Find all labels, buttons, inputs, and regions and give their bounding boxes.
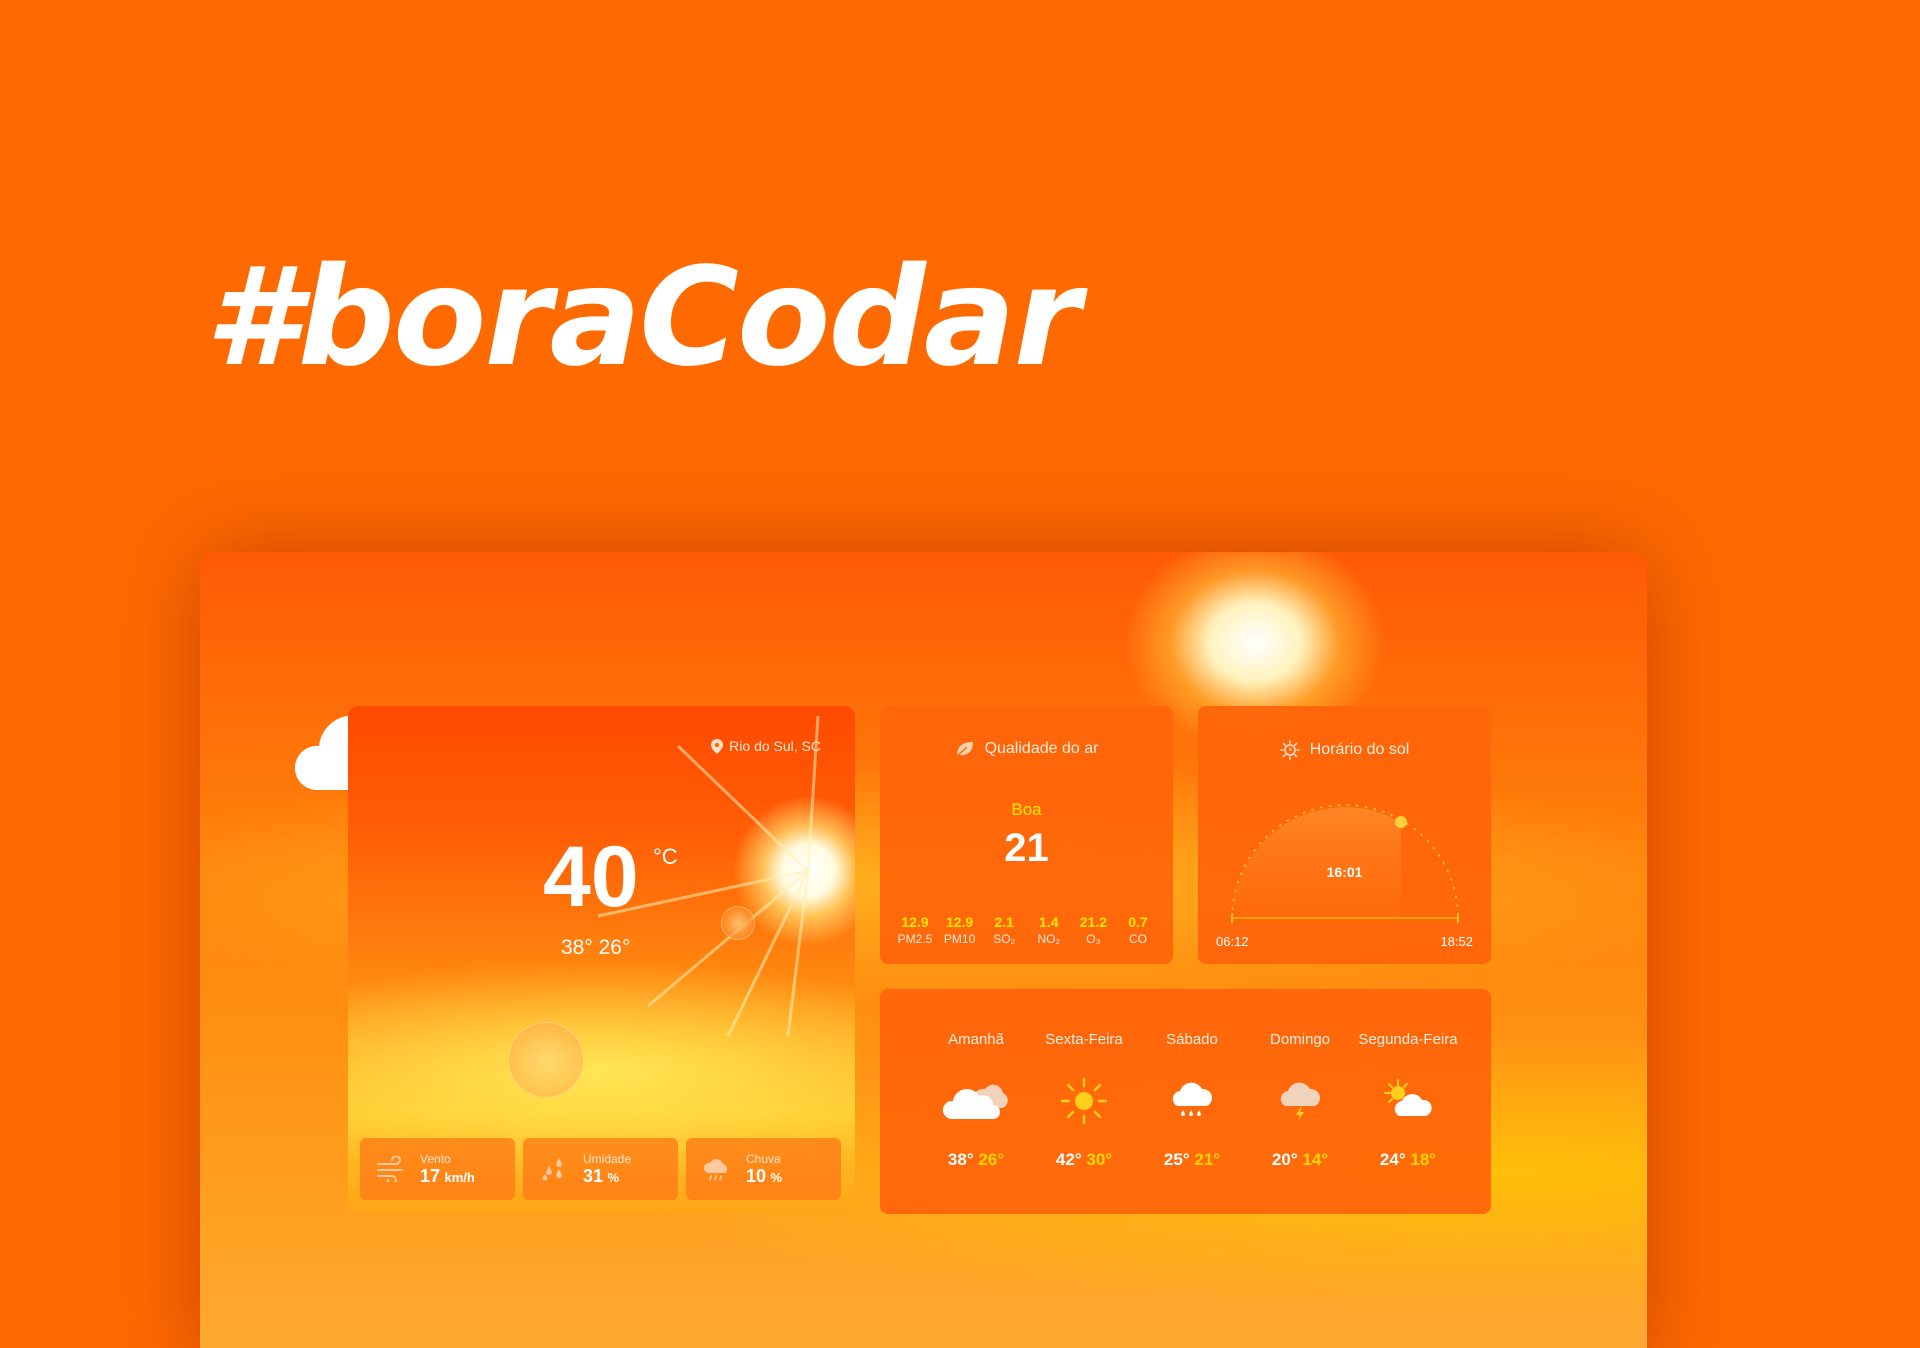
sun-position-marker	[1395, 816, 1407, 828]
cloudy-icon	[943, 1084, 1008, 1119]
location[interactable]: Rio do Sul, SC	[711, 738, 821, 754]
pollutant-label: PM2.5	[897, 932, 933, 946]
sunrise-time: 06:12	[1216, 934, 1249, 949]
pollutant-item: 1.4 NO₂	[1028, 914, 1070, 946]
stat-value: 17	[420, 1165, 441, 1186]
stat-wind: Vento 17 km/h	[360, 1138, 515, 1200]
stat-rain: Chuva 10 %	[686, 1138, 841, 1200]
min-max: 38° 26°	[561, 936, 639, 960]
headline: #boraCodar	[205, 239, 1081, 397]
air-quality-index: 21	[1004, 826, 1049, 870]
pollutant-item: 12.9 PM2.5	[894, 914, 936, 946]
air-quality-panel: Qualidade do ar Boa 21 12.9 PM2.5 12.9 PM1…	[880, 706, 1173, 964]
partly-cloudy-icon	[1384, 1079, 1432, 1116]
pollutant-value: 12.9	[945, 914, 974, 930]
pollutant-value: 21.2	[1079, 914, 1107, 930]
pollutant-label: NO₂	[1037, 932, 1061, 946]
storm-icon	[1280, 1082, 1320, 1121]
air-quality-status: Boa	[1011, 800, 1042, 819]
forecast-day[interactable]: Domingo 20° 14°	[1246, 1031, 1354, 1170]
pollutant-value: 2.1	[994, 914, 1014, 930]
max-temp: 38°	[561, 936, 593, 959]
pollutant-value: 0.7	[1128, 914, 1148, 930]
stat-unit: %	[607, 1169, 620, 1185]
forecast-day-name: Segunda-Feira	[1358, 1031, 1458, 1048]
weather-app: Rio do Sul, SC 40 °C 38° 26° Vento 17 km…	[200, 552, 1647, 1348]
forecast-day-name: Amanhã	[948, 1031, 1004, 1048]
air-quality-title-label: Qualidade do ar	[984, 740, 1099, 757]
lens-flare	[721, 906, 755, 940]
forecast-min: 30°	[1086, 1150, 1113, 1169]
sunset-time: 18:52	[1440, 934, 1473, 949]
sun-arc-chart	[1231, 804, 1459, 923]
stat-unit: %	[770, 1169, 783, 1185]
forecast-day[interactable]: Sábado 25° 21°	[1138, 1031, 1246, 1170]
forecast-min: 21°	[1194, 1150, 1221, 1169]
pollutant-value: 12.9	[901, 914, 929, 930]
forecast-min: 26°	[978, 1150, 1005, 1169]
min-temp: 26°	[598, 936, 631, 959]
rain-cloud-icon	[703, 1159, 728, 1181]
current-weather-card: Rio do Sul, SC 40 °C 38° 26° Vento 17 km…	[348, 706, 855, 1214]
stat-value: 31	[583, 1165, 604, 1186]
lens-flare	[508, 1022, 584, 1098]
forecast-max: 25°	[1163, 1150, 1190, 1169]
pollutant-label: SO₂	[993, 932, 1016, 946]
leaf-icon	[956, 742, 973, 757]
rain-icon	[1172, 1082, 1212, 1116]
air-quality-title: Qualidade do ar	[880, 740, 1173, 758]
stat-unit: km/h	[444, 1169, 475, 1185]
stat-humidity: Umidade 31 %	[523, 1138, 678, 1200]
forecast-day[interactable]: Amanhã 38° 26°	[922, 1031, 1030, 1170]
pollutant-label: CO	[1128, 932, 1147, 946]
pollutant-item: 21.2 O₃	[1072, 914, 1114, 946]
location-pin-icon	[711, 738, 724, 754]
forecast-day[interactable]: Sexta-Feira 42° 30°	[1030, 1031, 1138, 1170]
temperature-block: 40 °C 38° 26°	[543, 829, 678, 960]
humidity-icon	[542, 1158, 562, 1181]
stat-label: Umidade	[583, 1151, 632, 1166]
forecast-max: 24°	[1379, 1150, 1406, 1169]
pollutant-item: 12.9 PM10	[939, 914, 981, 946]
stat-value: 10	[746, 1165, 767, 1186]
pollutant-item: 2.1 SO₂	[983, 914, 1025, 946]
pollutant-value: 1.4	[1039, 914, 1059, 930]
stat-label: Chuva	[746, 1151, 781, 1166]
forecast-day-name: Sexta-Feira	[1045, 1031, 1123, 1048]
forecast-max: 38°	[947, 1150, 974, 1169]
wind-icon	[377, 1156, 403, 1182]
forecast-min: 18°	[1410, 1150, 1437, 1169]
forecast-min: 14°	[1302, 1150, 1329, 1169]
sun-icon	[1060, 1077, 1108, 1125]
forecast-max: 42°	[1055, 1150, 1082, 1169]
pollutant-list: 12.9 PM2.5 12.9 PM10 2.1 SO₂ 1.4 NO₂ 21.2 O₃ …	[894, 914, 1159, 946]
forecast-panel: Amanhã 38° 26° Sexta-Feira 42° 30° Sábad…	[880, 989, 1491, 1214]
sun-current-time: 16:01	[1326, 864, 1363, 880]
pollutant-label: PM10	[943, 932, 976, 946]
stats-row: Vento 17 km/h Umidade 31 % Chuva 10 %	[360, 1138, 841, 1200]
pollutant-label: O₃	[1086, 932, 1101, 946]
stat-label: Vento	[420, 1151, 451, 1166]
pollutant-item: 0.7 CO	[1117, 914, 1159, 946]
sun-time-panel: Horário do sol 16:01 06:12 18:52	[1198, 706, 1491, 964]
forecast-days: Amanhã 38° 26° Sexta-Feira 42° 30° Sábad…	[922, 1031, 1462, 1170]
forecast-day-name: Sábado	[1166, 1031, 1218, 1048]
temperature-value: 40	[543, 829, 639, 925]
forecast-day[interactable]: Segunda-Feira 24° 18°	[1354, 1031, 1462, 1170]
location-label: Rio do Sul, SC	[729, 738, 821, 754]
forecast-day-name: Domingo	[1269, 1031, 1331, 1048]
sun-arc-progress	[1232, 807, 1401, 918]
forecast-max: 20°	[1271, 1150, 1298, 1169]
temperature-unit: °C	[653, 844, 678, 869]
